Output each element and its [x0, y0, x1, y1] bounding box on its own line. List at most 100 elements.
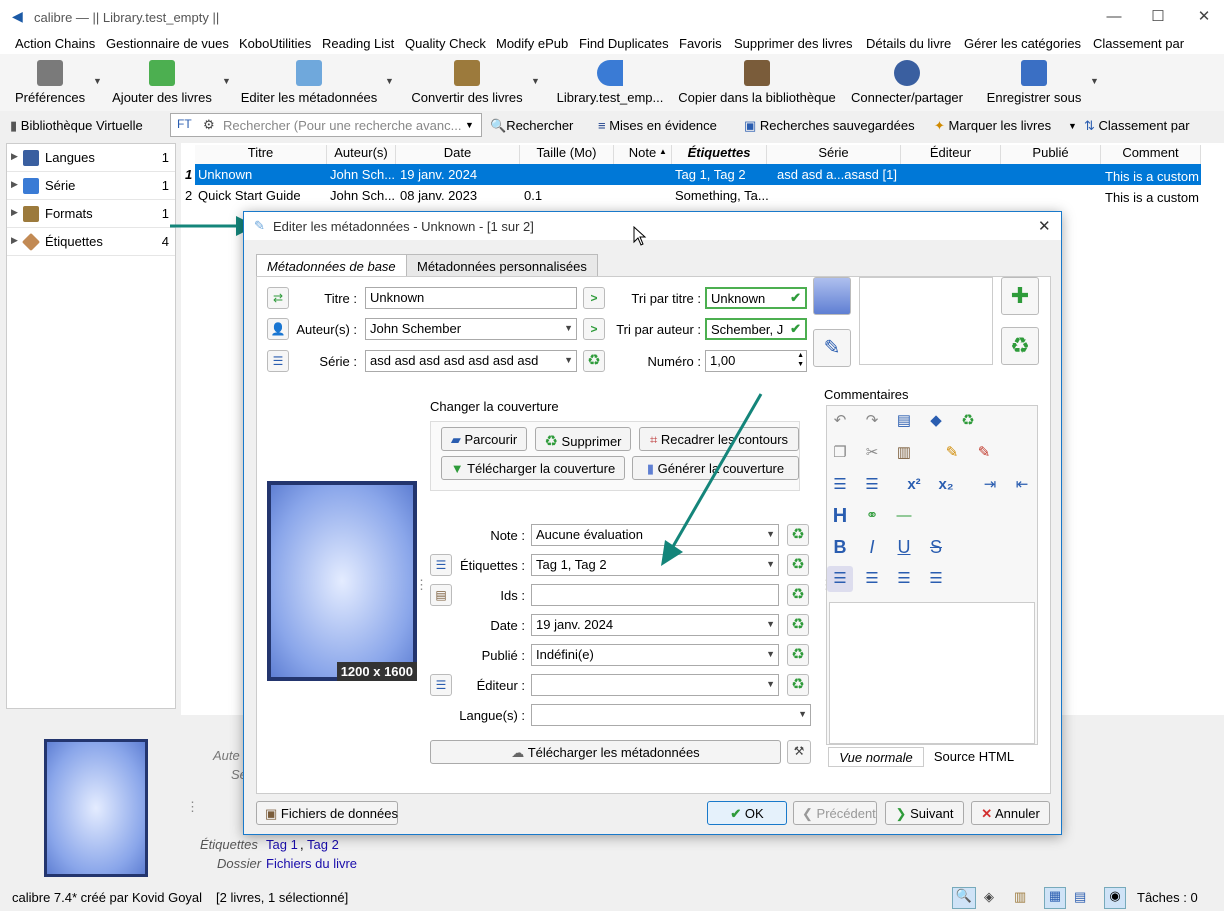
cover-image-button[interactable]	[813, 277, 851, 315]
eraser-icon[interactable]: ◆	[923, 408, 949, 434]
insert-link-icon[interactable]: ⚭	[859, 503, 885, 529]
add-format-icon[interactable]: ✚	[1001, 277, 1039, 315]
series-field[interactable]: asd asd asd asd asd asd asd ▼	[365, 350, 577, 372]
author-sort-field[interactable]: Schember, J ✔	[705, 318, 807, 340]
redo-icon[interactable]: ↷	[859, 408, 885, 434]
clear-rating-icon[interactable]: ♻	[787, 524, 809, 546]
connect-share-button[interactable]: Connecter/partager	[850, 56, 964, 105]
indent-icon[interactable]: ⇥	[977, 472, 1003, 498]
languages-dropdown-icon[interactable]: ▼	[798, 709, 807, 719]
title-sort-field[interactable]: Unknown ✔	[705, 287, 807, 309]
column-header-tags[interactable]: Étiquettes	[672, 145, 767, 164]
remove-format-icon[interactable]: ♻	[1001, 327, 1039, 365]
align-right-icon[interactable]: ☰	[891, 566, 917, 592]
eye-icon[interactable]: ◉	[1104, 887, 1126, 909]
table-row[interactable]: 2 Quick Start Guide John Sch... 08 janv.…	[185, 185, 1201, 206]
languages-field[interactable]: ▼	[531, 704, 811, 726]
tab-custom-metadata[interactable]: Métadonnées personnalisées	[406, 254, 598, 277]
sort-by-button[interactable]: ⇅ Classement par	[1084, 118, 1190, 134]
convert-dropdown-icon[interactable]: ▼	[531, 76, 540, 86]
saved-searches-button[interactable]: ▣ Recherches sauvegardées	[744, 118, 915, 134]
tab-basic-metadata[interactable]: Métadonnées de base	[256, 254, 407, 278]
menu-sort-by[interactable]: Classement par	[1093, 36, 1184, 51]
menu-modify-epub[interactable]: Modify ePub	[496, 36, 568, 51]
dialog-close-button[interactable]: ✕	[1038, 217, 1051, 235]
preferences-button[interactable]: Préférences	[15, 56, 85, 105]
horizontal-rule-icon[interactable]: —	[891, 503, 917, 529]
column-header-date[interactable]: Date	[396, 145, 520, 164]
gear-icon[interactable]: ⚙	[203, 117, 215, 133]
menu-delete-books[interactable]: Supprimer des livres	[734, 36, 853, 51]
menu-favorites[interactable]: Favoris	[679, 36, 722, 51]
highlight-color-icon[interactable]: ✎	[939, 440, 965, 466]
column-header-comment[interactable]: Comment	[1101, 145, 1201, 164]
library-button[interactable]: Library.test_emp...	[556, 56, 664, 105]
align-left-icon[interactable]: ☰	[827, 566, 853, 592]
details-folder-link[interactable]: Fichiers du livre	[266, 856, 357, 871]
published-dropdown-icon[interactable]: ▼	[766, 649, 775, 659]
justify-icon[interactable]: ☰	[923, 566, 949, 592]
superscript-icon[interactable]: x²	[901, 472, 927, 498]
expand-arrow-icon[interactable]: ▶	[11, 207, 18, 218]
tags-dropdown-icon[interactable]: ▼	[766, 559, 775, 569]
spin-arrows-icon[interactable]: ▲ ▼	[797, 351, 804, 369]
next-button[interactable]: ❯ Suivant	[885, 801, 964, 825]
ids-field[interactable]	[531, 584, 779, 606]
column-header-authors[interactable]: Auteur(s)	[327, 145, 396, 164]
tab-html-source[interactable]: Source HTML	[924, 747, 1024, 767]
series-dropdown-icon[interactable]: ▼	[564, 355, 573, 365]
column-header-title[interactable]: Titre	[195, 145, 327, 164]
bold-icon[interactable]: B	[827, 534, 853, 560]
previous-button[interactable]: ❮ Précédent	[793, 801, 877, 825]
align-center-icon[interactable]: ☰	[859, 566, 885, 592]
clear-date-icon[interactable]: ♻	[787, 614, 809, 636]
search-layout-icon[interactable]: 🔍	[952, 887, 976, 909]
menu-koboutilities[interactable]: KoboUtilities	[239, 36, 311, 51]
title-field[interactable]: Unknown	[365, 287, 577, 309]
splitter-handle[interactable]: ⋮	[186, 799, 199, 815]
add-books-button[interactable]: Ajouter des livres	[110, 56, 214, 105]
cover-splitter-handle[interactable]: ⋮	[415, 577, 428, 593]
cover-thumbnail[interactable]	[44, 739, 148, 877]
browse-cover-button[interactable]: ▰ Parcourir	[441, 427, 527, 451]
expand-arrow-icon[interactable]: ▶	[11, 179, 18, 190]
column-header-published[interactable]: Publié	[1001, 145, 1101, 164]
tag-category-tags[interactable]: ▶ Étiquettes 4	[7, 228, 175, 256]
book-layout-icon[interactable]: ▥	[1014, 889, 1026, 905]
details-tag-link[interactable]: Tag 1	[266, 837, 298, 852]
numbered-list-icon[interactable]: ☰	[827, 472, 853, 498]
search-button[interactable]: 🔍Rechercher	[490, 118, 573, 134]
preferences-dropdown-icon[interactable]: ▼	[93, 76, 102, 86]
text-color-icon[interactable]: ✎	[971, 440, 997, 466]
edit-metadata-button[interactable]: Editer les métadonnées	[240, 56, 378, 105]
clear-published-icon[interactable]: ♻	[787, 644, 809, 666]
scissors-icon[interactable]: ✂	[859, 440, 885, 466]
undo-icon[interactable]: ↶	[827, 408, 853, 434]
close-window-button[interactable]: ✕	[1184, 6, 1224, 28]
menu-find-duplicates[interactable]: Find Duplicates	[579, 36, 669, 51]
edit-metadata-dropdown-icon[interactable]: ▼	[385, 76, 394, 86]
menu-view-manager[interactable]: Gestionnaire de vues	[106, 36, 229, 51]
mark-dropdown-icon[interactable]: ▼	[1068, 121, 1077, 131]
tag-layout-icon[interactable]: ◈	[984, 889, 994, 905]
ok-button[interactable]: ✔ OK	[707, 801, 787, 825]
menu-book-details[interactable]: Détails du livre	[866, 36, 951, 51]
minimize-button[interactable]: —	[1094, 6, 1134, 28]
manage-authors-icon[interactable]: 👤	[267, 318, 289, 340]
clear-icon[interactable]: ♻	[955, 408, 981, 434]
column-header-publisher[interactable]: Éditeur	[901, 145, 1001, 164]
details-tag-link[interactable]: Tag 2	[307, 837, 339, 852]
authors-dropdown-icon[interactable]: ▼	[564, 323, 573, 333]
series-number-field[interactable]: 1,00 ▲ ▼	[705, 350, 807, 372]
menu-quality-check[interactable]: Quality Check	[405, 36, 486, 51]
cover-image[interactable]: 1200 x 1600	[267, 481, 417, 681]
manage-series-icon[interactable]: ☰	[267, 350, 289, 372]
expand-arrow-icon[interactable]: ▶	[11, 151, 18, 162]
search-history-dropdown-icon[interactable]: ▼	[465, 120, 474, 130]
mark-books-button[interactable]: ✦ Marquer les livres	[934, 118, 1051, 134]
underline-icon[interactable]: U	[891, 534, 917, 560]
data-files-button[interactable]: ▣ Fichiers de données	[256, 801, 398, 825]
tag-category-languages[interactable]: ▶ Langues 1	[7, 144, 175, 172]
expand-arrow-icon[interactable]: ▶	[11, 235, 18, 246]
italic-icon[interactable]: I	[859, 534, 885, 560]
